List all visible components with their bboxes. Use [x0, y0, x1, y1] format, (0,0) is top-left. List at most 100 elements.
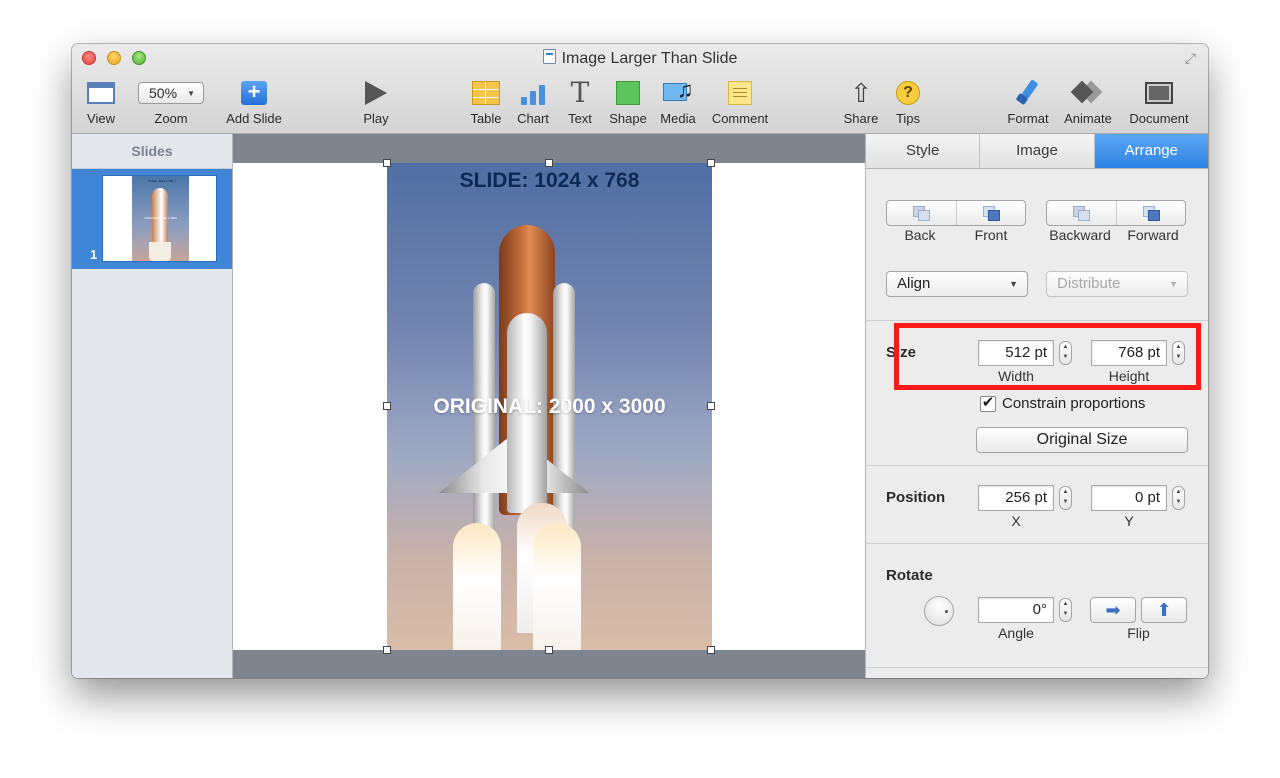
table-button[interactable]: Table — [468, 78, 504, 126]
arrange-layer-section: Back Front Backward Forward Align ▼ Distr… — [866, 169, 1208, 321]
back-button[interactable] — [887, 201, 957, 225]
bring-forward-icon — [1142, 206, 1160, 221]
add-slide-button[interactable]: + Add Slide — [223, 78, 285, 127]
flip-vertical-button[interactable]: ⬆ — [1141, 597, 1187, 623]
media-icon — [663, 77, 694, 105]
left-exhaust-plume — [453, 523, 501, 650]
flip-label: Flip — [1127, 625, 1150, 641]
back-label: Back — [904, 227, 936, 243]
resize-handle-top[interactable] — [545, 159, 553, 167]
forward-button[interactable] — [1117, 201, 1186, 225]
align-popup[interactable]: Align ▼ — [886, 271, 1028, 297]
media-button[interactable]: Media — [657, 77, 699, 126]
text-button[interactable]: T Text — [564, 78, 596, 127]
distribute-value: Distribute — [1057, 275, 1121, 292]
resize-handle-top-left[interactable] — [383, 159, 391, 167]
rotation-knob[interactable] — [924, 596, 954, 626]
width-stepper[interactable]: ▲ ▼ — [1059, 341, 1072, 365]
inspector-tabs: Style Image Arrange — [866, 134, 1208, 169]
tab-arrange[interactable]: Arrange — [1094, 134, 1208, 168]
zoom-select[interactable]: 50% ▼ — [138, 82, 204, 104]
arrow-up-icon: ⬆ — [1156, 600, 1172, 620]
front-button[interactable] — [957, 201, 1026, 225]
slide-number: 1 — [90, 247, 98, 262]
question-icon: ? — [896, 81, 920, 105]
chart-icon — [521, 81, 545, 105]
thumbnail-subtitle: ORIGINAL: 2000 x 3000 — [144, 216, 177, 220]
format-button[interactable]: Format — [1004, 78, 1052, 126]
paintbrush-icon — [1014, 80, 1042, 106]
angle-label: Angle — [998, 625, 1034, 641]
constrain-proportions-label: Constrain proportions — [1002, 395, 1146, 412]
table-icon — [472, 81, 500, 105]
resize-handle-bottom[interactable] — [545, 646, 553, 654]
forward-label: Forward — [1127, 227, 1179, 243]
slide-navigator: Slides 1 SLIDE: 1024 x 768 ORIGINAL: 200… — [72, 134, 233, 678]
y-stepper[interactable]: ▲ ▼ — [1172, 486, 1185, 510]
table-label: Table — [470, 111, 502, 126]
resize-handle-left[interactable] — [383, 402, 391, 410]
rotate-title: Rotate — [886, 567, 933, 584]
slide-thumbnail[interactable]: SLIDE: 1024 x 768 ORIGINAL: 2000 x 3000 — [102, 175, 217, 262]
shuttle-image[interactable]: SLIDE: 1024 x 768 ORIGINAL: 2000 x 3000 — [387, 163, 712, 650]
toolbar: Image Larger Than Slide ⤢ View 50% ▼ Zoom… — [72, 44, 1208, 134]
tips-button[interactable]: ? Tips — [892, 78, 924, 126]
tab-style[interactable]: Style — [866, 134, 981, 168]
resize-handle-bottom-left[interactable] — [383, 646, 391, 654]
original-size-button[interactable]: Original Size — [976, 427, 1188, 453]
comment-icon — [728, 81, 752, 105]
zoom-value: 50% — [149, 85, 178, 101]
constrain-proportions-checkbox[interactable]: ✔ — [980, 395, 996, 412]
view-icon — [87, 82, 115, 104]
resize-handle-right[interactable] — [707, 402, 715, 410]
share-button[interactable]: ⇧ Share — [843, 78, 879, 126]
x-stepper[interactable]: ▲ ▼ — [1059, 486, 1072, 510]
animate-button[interactable]: Animate — [1060, 78, 1116, 126]
height-field[interactable]: 768 pt — [1091, 340, 1167, 366]
play-button[interactable]: Play — [360, 78, 392, 126]
chevron-down-icon: ▼ — [1169, 279, 1178, 289]
play-icon — [365, 81, 387, 105]
align-value: Align — [897, 275, 931, 292]
angle-stepper[interactable]: ▲ ▼ — [1059, 598, 1072, 622]
chevron-down-icon: ▼ — [187, 88, 195, 98]
text-label: Text — [568, 111, 592, 126]
flip-horizontal-button[interactable]: ➡ — [1090, 597, 1136, 623]
x-position-field[interactable]: 256 pt — [978, 485, 1054, 511]
backward-button[interactable] — [1047, 201, 1117, 225]
y-position-field[interactable]: 0 pt — [1091, 485, 1167, 511]
fullscreen-icon[interactable]: ⤢ — [1185, 50, 1196, 67]
comment-button[interactable]: Comment — [708, 78, 772, 126]
add-slide-label: Add Slide — [226, 111, 282, 126]
send-to-back-icon — [913, 206, 931, 221]
position-section: Position 256 pt ▲ ▼ X 0 pt ▲ ▼ Y — [866, 466, 1208, 544]
chart-label: Chart — [517, 111, 549, 126]
send-backward-icon — [1073, 206, 1091, 221]
resize-handle-bottom-right[interactable] — [707, 646, 715, 654]
x-label: X — [1011, 513, 1021, 529]
resize-handle-top-right[interactable] — [707, 159, 715, 167]
keynote-document-icon — [542, 49, 556, 64]
slide-thumbnail-row[interactable]: 1 SLIDE: 1024 x 768 ORIGINAL: 2000 x 300… — [72, 169, 232, 269]
tab-image[interactable]: Image — [980, 134, 1095, 168]
tips-label: Tips — [895, 111, 921, 126]
height-stepper[interactable]: ▲ ▼ — [1172, 341, 1185, 365]
zoom-control[interactable]: 50% ▼ Zoom — [137, 78, 205, 126]
format-label: Format — [1007, 111, 1049, 126]
document-button[interactable]: Document — [1126, 78, 1192, 126]
width-field[interactable]: 512 pt — [978, 340, 1054, 366]
window-title: Image Larger Than Slide — [561, 50, 738, 67]
chevron-down-icon: ▼ — [1009, 279, 1018, 289]
slide[interactable]: SLIDE: 1024 x 768 ORIGINAL: 2000 x 3000 — [233, 163, 865, 650]
view-button[interactable]: View — [82, 78, 120, 126]
chart-button[interactable]: Chart — [515, 78, 551, 126]
thumbnail-image: SLIDE: 1024 x 768 ORIGINAL: 2000 x 3000 — [132, 176, 189, 261]
distribute-popup[interactable]: Distribute ▼ — [1046, 271, 1188, 297]
width-label: Width — [998, 368, 1034, 384]
bring-to-front-icon — [982, 206, 1000, 221]
document-icon — [1145, 82, 1173, 104]
shape-button[interactable]: Shape — [608, 78, 648, 126]
angle-field[interactable]: 0° — [978, 597, 1054, 623]
arrow-right-icon: ➡ — [1105, 600, 1121, 620]
window-title-bar: Image Larger Than Slide — [72, 49, 1208, 68]
